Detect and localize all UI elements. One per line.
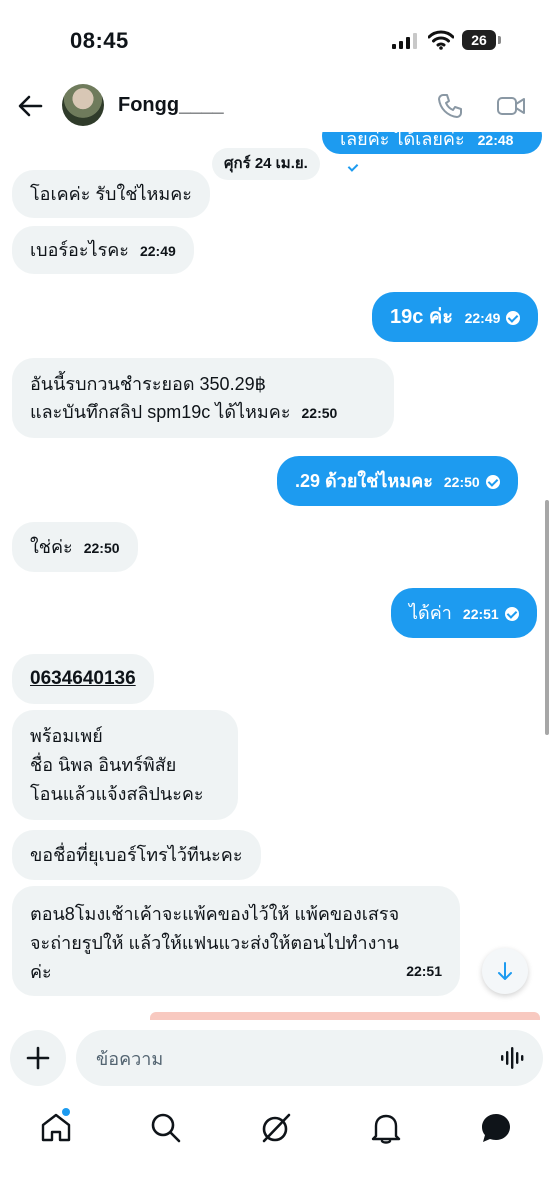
search-icon[interactable] bbox=[148, 1110, 184, 1146]
message-input-container[interactable] bbox=[76, 1030, 543, 1088]
message-text: ใช่ค่ะ bbox=[30, 537, 73, 557]
message-bubble-incoming[interactable]: เบอร์อะไรคะ 22:49 bbox=[12, 226, 194, 274]
message-time: 22:49 bbox=[464, 310, 501, 326]
status-bar: 08:45 26 bbox=[0, 0, 553, 80]
message-text-line: ชื่อ นิพล อินทร์พิสัย bbox=[30, 755, 177, 775]
video-camera-icon[interactable] bbox=[496, 92, 526, 120]
arrow-left-icon[interactable] bbox=[16, 92, 44, 120]
read-check-icon bbox=[506, 311, 521, 325]
message-bubble-incoming[interactable]: 0634640136 bbox=[12, 654, 154, 704]
message-bubble-incoming[interactable]: โอเคค่ะ รับใช่ไหมคะ bbox=[12, 170, 210, 218]
scroll-to-bottom-button[interactable] bbox=[482, 948, 528, 994]
message-text-line: โอนแล้วแจ้งสลิปนะคะ bbox=[30, 784, 204, 804]
message-bubble-incoming[interactable]: พร้อมเพย์ ชื่อ นิพล อินทร์พิสัย โอนแล้วแ… bbox=[12, 710, 238, 820]
voice-wave-icon[interactable] bbox=[500, 1046, 526, 1070]
wifi-icon bbox=[428, 30, 454, 50]
avatar[interactable] bbox=[62, 84, 104, 126]
plus-icon bbox=[26, 1046, 50, 1070]
message-bubble-outgoing[interactable]: ได้ค่า 22:51 bbox=[391, 588, 537, 638]
message-text: ขอชื่อที่ยุเบอร์โทรไว้ทีนะคะ bbox=[30, 845, 243, 865]
message-text: ได้ค่า bbox=[409, 603, 452, 623]
battery-icon: 26 bbox=[462, 30, 502, 50]
message-time: 22:49 bbox=[139, 243, 176, 259]
message-text-line: พร้อมเพย์ bbox=[30, 726, 103, 746]
message-text-line: และบันทึกสลิป spm19c ได้ไหมคะ bbox=[30, 402, 291, 422]
message-bubble-incoming[interactable]: ขอชื่อที่ยุเบอร์โทรไว้ทีนะคะ bbox=[12, 830, 261, 880]
notification-dot bbox=[62, 1108, 70, 1116]
contact-name[interactable]: Fongg____ bbox=[118, 94, 224, 117]
message-bubble-icon[interactable] bbox=[478, 1110, 514, 1146]
scrollbar[interactable] bbox=[545, 500, 549, 735]
read-check-icon bbox=[346, 160, 360, 174]
message-bubble-outgoing[interactable]: .29 ด้วยใช่ไหมคะ 22:50 bbox=[277, 456, 518, 506]
compose-bar bbox=[0, 1020, 553, 1100]
partial-attachment-preview bbox=[150, 1012, 540, 1020]
message-time: 22:48 bbox=[477, 132, 514, 148]
message-input[interactable] bbox=[94, 1030, 478, 1088]
message-bubble-outgoing[interactable]: 19c ค่ะ 22:49 bbox=[372, 292, 539, 342]
battery-level: 26 bbox=[462, 30, 496, 50]
message-bubble-incoming[interactable]: อันนี้รบกวนชำระยอด 350.29฿ และบันทึกสลิป… bbox=[12, 358, 394, 438]
date-separator: ศุกร์ 24 เม.ย. bbox=[212, 148, 320, 180]
message-bubble-incoming[interactable]: ตอน8โมงเช้าเค้าจะแพ้คของไว้ให้ แพ้คของเส… bbox=[12, 886, 460, 996]
status-time: 08:45 bbox=[70, 28, 129, 53]
read-check-icon bbox=[485, 475, 500, 489]
add-attachment-button[interactable] bbox=[10, 1030, 66, 1086]
cellular-signal-icon bbox=[392, 33, 417, 49]
message-bubble-outgoing[interactable]: เลยค่ะ ได้เลยค่ะ 22:48 bbox=[322, 132, 542, 174]
message-text: โอเคค่ะ รับใช่ไหมคะ bbox=[30, 184, 192, 204]
message-text: 19c ค่ะ bbox=[390, 306, 454, 328]
arrow-down-icon bbox=[498, 962, 512, 980]
message-bubble-incoming[interactable]: ใช่ค่ะ 22:50 bbox=[12, 522, 138, 572]
message-time: 22:50 bbox=[301, 405, 338, 421]
message-text-line: ตอน8โมงเช้าเค้าจะแพ้คของไว้ให้ แพ้คของเส… bbox=[30, 904, 400, 924]
message-text: เลยค่ะ ได้เลยค่ะ bbox=[340, 132, 465, 149]
message-time: 22:50 bbox=[443, 474, 480, 490]
phone-number-link[interactable]: 0634640136 bbox=[30, 668, 136, 689]
bottom-tab-bar bbox=[0, 1100, 553, 1200]
message-text-line: ค่ะ bbox=[30, 962, 52, 982]
home-icon[interactable] bbox=[38, 1110, 74, 1146]
conversation-header: Fongg____ bbox=[0, 80, 553, 132]
message-text-line: อันนี้รบกวนชำระยอด 350.29฿ bbox=[30, 374, 267, 394]
battery-tip bbox=[498, 36, 501, 44]
bell-icon[interactable] bbox=[368, 1110, 404, 1146]
grok-icon[interactable] bbox=[258, 1110, 294, 1146]
message-text: .29 ด้วยใช่ไหมคะ bbox=[295, 471, 433, 491]
message-time: 22:50 bbox=[83, 540, 120, 556]
message-text: เบอร์อะไรคะ bbox=[30, 240, 129, 260]
message-time: 22:51 bbox=[406, 963, 442, 979]
phone-icon[interactable] bbox=[436, 92, 464, 120]
read-check-icon bbox=[504, 607, 519, 621]
message-text-line: จะถ่ายรูปให้ แล้วให้แฟนแวะส่งให้ตอนไปทำง… bbox=[30, 933, 399, 953]
message-time: 22:51 bbox=[462, 606, 499, 622]
